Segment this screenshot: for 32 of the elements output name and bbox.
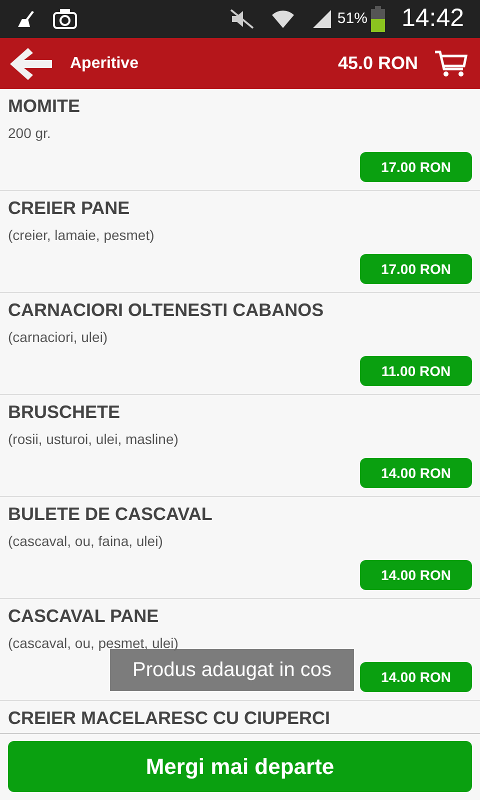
- toast-message: Produs adaugat in cos: [110, 649, 354, 691]
- battery-icon: [371, 6, 386, 32]
- price-button[interactable]: 14.00 RON: [360, 458, 472, 488]
- cart-total: 45.0 RON: [338, 52, 418, 75]
- price-button[interactable]: 11.00 RON: [360, 356, 472, 386]
- signal-icon: [311, 8, 334, 30]
- back-button[interactable]: [8, 46, 54, 82]
- item-name: CARNACIORI OLTENESTI CABANOS: [8, 299, 325, 322]
- item-description: (creier, lamaie, pesmet): [8, 226, 156, 245]
- continue-button[interactable]: Mergi mai departe: [8, 741, 472, 792]
- item-name: BRUSCHETE: [8, 401, 122, 424]
- item-description: (cascaval, ou, faina, ulei): [8, 532, 164, 551]
- cleaner-icon: [16, 9, 36, 29]
- item-name: MOMITE: [8, 95, 81, 118]
- mute-icon: [229, 8, 256, 30]
- item-name: BULETE DE CASCAVAL: [8, 503, 214, 526]
- item-name: CASCAVAL PANE: [8, 605, 160, 628]
- price-button[interactable]: 14.00 RON: [360, 662, 472, 692]
- item-name: CREIER PANE: [8, 197, 131, 220]
- battery-percent: 51%: [337, 8, 368, 29]
- price-button[interactable]: 17.00 RON: [360, 152, 472, 182]
- wifi-icon: [271, 8, 296, 30]
- screen-title: Aperitive: [70, 54, 140, 74]
- cart-button[interactable]: [434, 50, 468, 78]
- price-button[interactable]: 17.00 RON: [360, 254, 472, 284]
- clock: 14:42: [401, 3, 464, 34]
- item-name: CREIER MACELARESC CU CIUPERCI: [8, 707, 332, 730]
- item-description: (rosii, usturoi, ulei, masline): [8, 430, 180, 449]
- item-description: 200 gr.: [8, 124, 52, 143]
- price-button[interactable]: 14.00 RON: [360, 560, 472, 590]
- camera-icon: [52, 8, 78, 30]
- item-description: (carnaciori, ulei): [8, 328, 109, 347]
